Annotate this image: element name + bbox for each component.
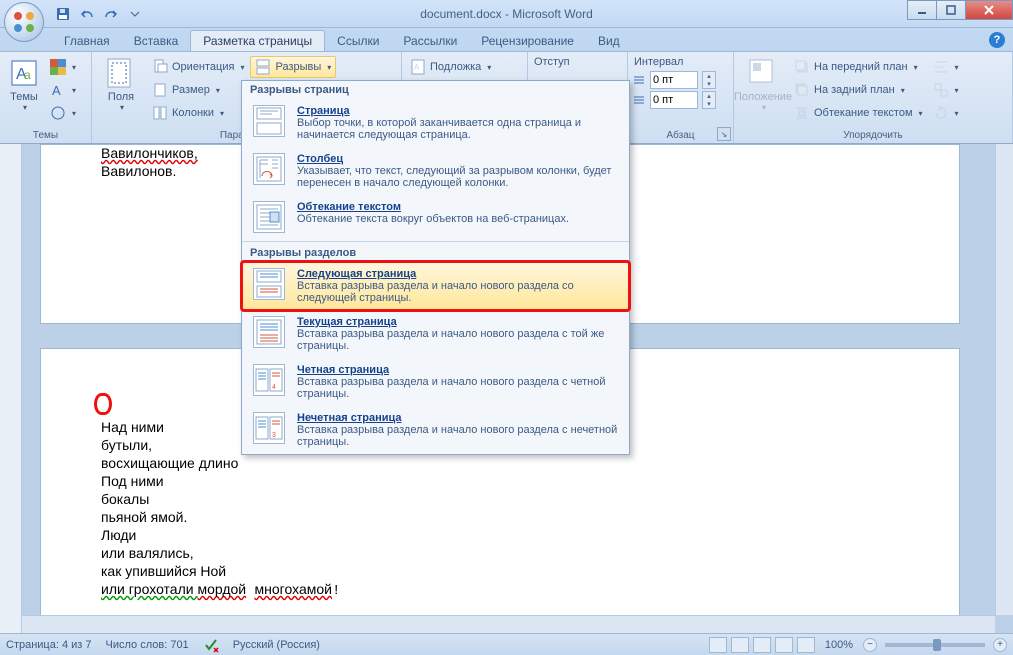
column-break-icon: [253, 153, 285, 185]
break-odd-page[interactable]: 3 Нечетная страницаВставка разрыва разде…: [242, 406, 629, 454]
paragraph-launcher[interactable]: ↘: [717, 127, 731, 141]
zoom-level[interactable]: 100%: [825, 639, 853, 651]
help-icon[interactable]: ?: [989, 32, 1005, 48]
status-bar: Страница: 4 из 7 Число слов: 701 Русский…: [0, 633, 1013, 655]
text-wrap-button[interactable]: Обтекание текстом▾: [790, 102, 927, 124]
theme-colors[interactable]: ▾: [46, 56, 80, 78]
minimize-button[interactable]: [907, 0, 937, 20]
horizontal-scrollbar[interactable]: [22, 615, 995, 633]
tab-page-layout[interactable]: Разметка страницы: [190, 30, 325, 51]
break-page[interactable]: СтраницаВыбор точки, в которой заканчива…: [242, 99, 629, 147]
margins-button[interactable]: Поля▾: [96, 54, 146, 129]
status-page[interactable]: Страница: 4 из 7: [6, 639, 92, 651]
close-button[interactable]: [965, 0, 1013, 20]
window-controls: [908, 0, 1013, 20]
arrange-label: Упорядочить: [738, 129, 1008, 143]
break-next-page[interactable]: Следующая страницаВставка разрыва раздел…: [242, 262, 629, 310]
theme-fonts[interactable]: A▾: [46, 79, 80, 101]
group-themes: Aa Темы▾ ▾ A▾ ▾ Темы: [0, 52, 92, 143]
qat-customize[interactable]: [124, 3, 146, 25]
themes-label: Темы: [10, 91, 38, 103]
send-back-button[interactable]: На задний план▾: [790, 79, 927, 101]
indent-header: Отступ: [532, 54, 623, 68]
vertical-scrollbar[interactable]: [995, 144, 1013, 615]
svg-text:A: A: [52, 83, 61, 98]
bring-front-button[interactable]: На передний план▾: [790, 56, 927, 78]
view-print-layout[interactable]: [709, 637, 727, 653]
rotate-button[interactable]: ▾: [929, 102, 963, 124]
continuous-break-icon: [253, 316, 285, 348]
title-bar: document.docx - Microsoft Word: [0, 0, 1013, 28]
even-page-break-icon: 4: [253, 364, 285, 396]
undo-button[interactable]: [76, 3, 98, 25]
tab-mailings[interactable]: Рассылки: [391, 31, 469, 51]
svg-text:4: 4: [272, 384, 276, 391]
text-wrap-break-icon: [253, 201, 285, 233]
status-proofing-icon[interactable]: [203, 637, 219, 653]
view-draft[interactable]: [797, 637, 815, 653]
break-column[interactable]: СтолбецУказывает, что текст, следующий з…: [242, 147, 629, 195]
svg-text:a: a: [24, 68, 31, 82]
breaks-button[interactable]: Разрывы▾: [250, 56, 336, 78]
maximize-button[interactable]: [936, 0, 966, 20]
group-arrange: Положение▾ На передний план▾ На задний п…: [734, 52, 1013, 143]
orientation-button[interactable]: Ориентация▾: [148, 56, 248, 78]
view-outline[interactable]: [775, 637, 793, 653]
page-break-icon: [253, 105, 285, 137]
align-button[interactable]: ▾: [929, 56, 963, 78]
view-web-layout[interactable]: [753, 637, 771, 653]
group-spacing: Интервал ▴▾ ▴▾ Абзац ↘: [628, 52, 734, 143]
spacing-before-spinner[interactable]: ▴▾: [702, 71, 716, 89]
break-text-wrap[interactable]: Обтекание текстомОбтекание текста вокруг…: [242, 195, 629, 239]
status-word-count[interactable]: Число слов: 701: [106, 639, 189, 651]
watermark-button[interactable]: AПодложка▾: [406, 56, 495, 78]
break-continuous[interactable]: Текущая страницаВставка разрыва раздела …: [242, 310, 629, 358]
tab-home[interactable]: Главная: [52, 31, 122, 51]
zoom-out-button[interactable]: −: [863, 638, 877, 652]
view-full-screen[interactable]: [731, 637, 749, 653]
spacing-before-icon: [632, 73, 646, 87]
breaks-gallery: Разрывы страниц СтраницаВыбор точки, в к…: [241, 80, 630, 455]
margins-label: Поля: [108, 91, 134, 103]
position-button[interactable]: Положение▾: [738, 54, 788, 129]
odd-page-break-icon: 3: [253, 412, 285, 444]
tab-view[interactable]: Вид: [586, 31, 632, 51]
spacing-header: Интервал: [632, 54, 729, 68]
break-even-page[interactable]: 4 Четная страницаВставка разрыва раздела…: [242, 358, 629, 406]
tab-review[interactable]: Рецензирование: [469, 31, 586, 51]
redo-button[interactable]: [100, 3, 122, 25]
spacing-after-input[interactable]: [650, 91, 698, 109]
save-button[interactable]: [52, 3, 74, 25]
spacing-after-spinner[interactable]: ▴▾: [702, 91, 716, 109]
svg-text:3: 3: [272, 432, 276, 439]
svg-text:A: A: [414, 63, 420, 72]
tab-insert[interactable]: Вставка: [122, 31, 191, 51]
quick-access-toolbar: [52, 3, 146, 25]
section-section-breaks: Разрывы разделов: [242, 244, 629, 262]
zoom-slider[interactable]: [885, 643, 985, 647]
spacing-after-icon: [632, 93, 646, 107]
next-page-break-icon: [253, 268, 285, 300]
vertical-ruler[interactable]: [0, 144, 22, 633]
section-page-breaks: Разрывы страниц: [242, 81, 629, 99]
window-title: document.docx - Microsoft Word: [420, 7, 593, 21]
theme-effects[interactable]: ▾: [46, 102, 80, 124]
group-themes-label: Темы: [4, 129, 87, 143]
paragraph-label: Абзац: [632, 129, 729, 143]
size-button[interactable]: Размер▾: [148, 79, 248, 101]
cursor-annotation-icon: [94, 393, 112, 415]
office-button[interactable]: [4, 2, 46, 44]
zoom-in-button[interactable]: +: [993, 638, 1007, 652]
tab-references[interactable]: Ссылки: [325, 31, 391, 51]
ribbon-tabs: Главная Вставка Разметка страницы Ссылки…: [0, 28, 1013, 52]
themes-button[interactable]: Aa Темы▾: [4, 54, 44, 129]
columns-button[interactable]: Колонки▾: [148, 102, 248, 124]
spacing-before-input[interactable]: [650, 71, 698, 89]
group-button[interactable]: ▾: [929, 79, 963, 101]
status-language[interactable]: Русский (Россия): [233, 639, 320, 651]
